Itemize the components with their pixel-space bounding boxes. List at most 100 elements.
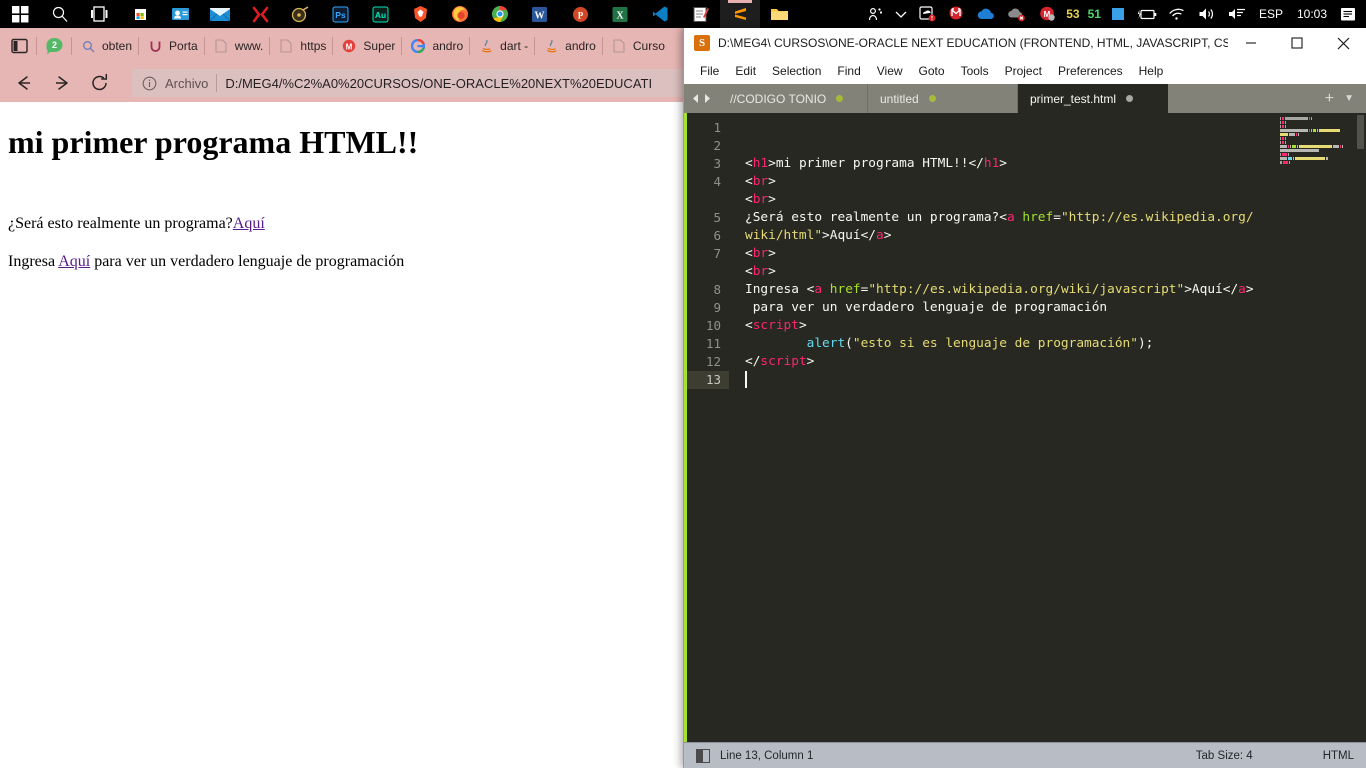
svg-text:X: X <box>616 10 624 21</box>
audio-output-icon[interactable] <box>1221 0 1252 28</box>
battery-charging-icon[interactable] <box>1131 0 1163 28</box>
cloud-disconnected-icon[interactable] <box>1002 0 1033 28</box>
menu-tools[interactable]: Tools <box>953 62 997 80</box>
sublime-title-bar[interactable]: S D:\MEG4\ CURSOS\ONE-ORACLE NEXT EDUCAT… <box>684 28 1366 58</box>
cloud-icon[interactable] <box>971 0 1002 28</box>
menu-edit[interactable]: Edit <box>727 62 764 80</box>
minimap-segment <box>1282 117 1284 120</box>
ram-usage-indicator[interactable]: 51 <box>1084 7 1105 21</box>
code-line: alert("esto si es lenguaje de programaci… <box>745 335 1366 353</box>
browser-tab[interactable]: Curso <box>603 30 671 62</box>
maximize-icon[interactable] <box>1274 28 1320 58</box>
display-square-icon[interactable] <box>1105 0 1131 28</box>
tab-count-badge[interactable]: 2 <box>37 28 71 64</box>
mail-icon[interactable] <box>200 0 240 28</box>
browser-tab[interactable]: andro <box>535 30 602 62</box>
panel-toggle-icon[interactable] <box>696 748 710 763</box>
minimap-line <box>1280 133 1360 136</box>
file-explorer-icon[interactable] <box>760 0 800 28</box>
minimap-segment <box>1317 129 1319 132</box>
tab-scroll-arrows[interactable] <box>684 84 718 113</box>
language-indicator[interactable]: ESP <box>1252 7 1290 21</box>
people-share-icon[interactable] <box>862 0 889 28</box>
sublime-logo-icon: S <box>694 35 710 51</box>
firefox-icon[interactable] <box>440 0 480 28</box>
volume-icon[interactable] <box>1192 0 1221 28</box>
audition-icon[interactable]: Au <box>360 0 400 28</box>
word-icon[interactable]: W <box>520 0 560 28</box>
clock[interactable]: 10:03 <box>1290 7 1334 21</box>
browser-tab[interactable]: obten <box>72 30 138 62</box>
excel-x-red-icon[interactable] <box>240 0 280 28</box>
reload-icon[interactable] <box>82 68 118 98</box>
photoshop-icon[interactable]: Ps <box>320 0 360 28</box>
code-token: > <box>999 156 1008 171</box>
tab-label: dart - <box>500 39 529 53</box>
back-arrow-icon[interactable] <box>6 68 42 98</box>
forward-arrow-icon[interactable] <box>44 68 80 98</box>
brave-browser-icon[interactable] <box>400 0 440 28</box>
menu-help[interactable]: Help <box>1131 62 1172 80</box>
editor-tab-untitled[interactable]: untitled <box>868 84 1018 113</box>
code-token: < <box>745 174 753 189</box>
code-text-area[interactable]: <h1>mi primer programa HTML!!</h1> <br> <b… <box>729 113 1366 742</box>
browser-tab[interactable]: dart - <box>470 30 534 62</box>
code-token: wiki/html" <box>745 228 823 243</box>
code-editor[interactable]: 1 2 3 4 5 6 7 8 9 10 11 12 13 <h1>mi pri… <box>684 113 1366 742</box>
browser-tab[interactable]: www. <box>205 30 270 62</box>
minimap-segment <box>1295 133 1297 136</box>
tab-menu-button[interactable]: ▼ <box>1344 93 1354 104</box>
megasync-alert-icon[interactable] <box>942 0 971 28</box>
menu-goto[interactable]: Goto <box>911 62 953 80</box>
wifi-icon[interactable] <box>1163 0 1192 28</box>
paragraph-two-suffix: para ver un verdadero lenguaje de progra… <box>90 253 405 270</box>
search-icon[interactable] <box>40 0 80 28</box>
url-text[interactable]: D:/MEG4/%C2%A0%20CURSOS/ONE-ORACLE%20NEX… <box>225 76 652 91</box>
browser-tab[interactable]: https <box>270 30 332 62</box>
menu-preferences[interactable]: Preferences <box>1050 62 1131 80</box>
menu-project[interactable]: Project <box>997 62 1050 80</box>
editor-tab-codigo-tonio[interactable]: //CODIGO TONIO <box>718 84 868 113</box>
chrome-icon[interactable] <box>480 0 520 28</box>
minimap-scrollbar[interactable] <box>1357 115 1364 149</box>
sublime-text-icon[interactable] <box>720 0 760 28</box>
media-reel-icon[interactable] <box>280 0 320 28</box>
browser-tab[interactable]: M Super <box>333 30 401 62</box>
link-aqui-javascript[interactable]: Aquí <box>58 253 90 270</box>
code-token: alert <box>806 336 846 351</box>
microsoft-store-icon[interactable] <box>120 0 160 28</box>
vscode-icon[interactable] <box>640 0 680 28</box>
page-favicon <box>278 38 294 54</box>
excel-icon[interactable]: X <box>600 0 640 28</box>
tab-size-indicator[interactable]: Tab Size: 4 <box>1196 750 1253 762</box>
close-icon[interactable] <box>1320 28 1366 58</box>
minimize-icon[interactable] <box>1228 28 1274 58</box>
menu-view[interactable]: View <box>869 62 911 80</box>
browser-tab[interactable]: Porta <box>139 30 204 62</box>
menu-find[interactable]: Find <box>829 62 868 80</box>
syntax-indicator[interactable]: HTML <box>1323 750 1354 762</box>
task-view-icon[interactable] <box>80 0 120 28</box>
windows-start-icon[interactable] <box>0 0 40 28</box>
chevron-up-icon[interactable] <box>889 0 913 28</box>
code-token: ¿Será esto realmente un programa?< <box>745 210 1007 225</box>
menu-file[interactable]: File <box>692 62 727 80</box>
link-aqui-html[interactable]: Aquí <box>233 215 265 232</box>
new-tab-button[interactable]: + <box>1325 90 1334 108</box>
code-minimap[interactable] <box>1276 113 1366 742</box>
powerpoint-icon[interactable]: P <box>560 0 600 28</box>
line-number: 10 <box>705 318 721 333</box>
info-circle-icon[interactable] <box>142 76 157 91</box>
notification-icon[interactable] <box>1334 0 1362 28</box>
tab-manager-icon[interactable] <box>2 28 36 64</box>
onedrive-alert-icon[interactable] <box>913 0 942 28</box>
notepad-icon[interactable] <box>680 0 720 28</box>
code-token: > <box>768 246 776 261</box>
malwarebytes-icon[interactable]: M <box>1033 0 1062 28</box>
editor-tab-primer-test-html[interactable]: primer_test.html <box>1018 84 1168 113</box>
cpu-usage-indicator[interactable]: 53 <box>1062 7 1083 21</box>
people-contacts-icon[interactable] <box>160 0 200 28</box>
menu-selection[interactable]: Selection <box>764 62 829 80</box>
browser-tab[interactable]: andro <box>402 30 469 62</box>
u-favicon <box>147 38 163 54</box>
